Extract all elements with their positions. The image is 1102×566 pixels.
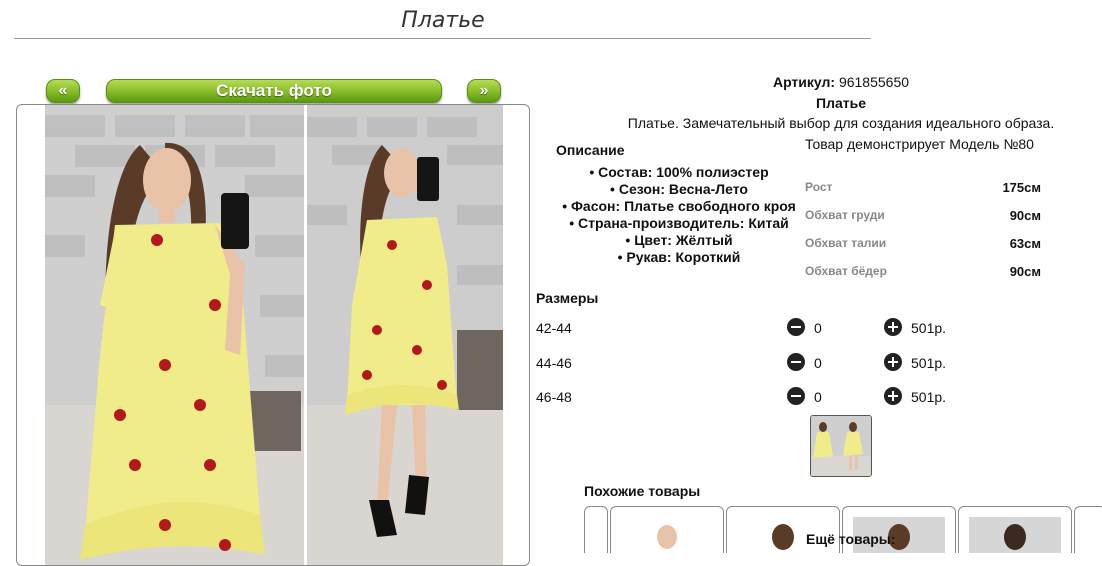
- measurement-label: Обхват бёдер: [805, 264, 887, 278]
- measurement-label: Обхват талии: [805, 236, 887, 250]
- size-label: 42-44: [536, 320, 572, 336]
- description-item: • Фасон: Платье свободного кроя: [562, 198, 796, 214]
- product-photo-secondary[interactable]: [307, 105, 503, 565]
- product-photo-main[interactable]: [45, 105, 304, 565]
- product-photo-frame: [16, 104, 530, 566]
- measurement-row-waist: Обхват талии 63см: [805, 236, 1041, 254]
- size-price: 501р.: [911, 320, 947, 336]
- quantity-value: 0: [814, 320, 822, 336]
- measurement-value: 175см: [1002, 180, 1041, 195]
- download-photo-button[interactable]: Скачать фото: [106, 79, 442, 103]
- description-item: • Сезон: Весна-Лето: [610, 181, 748, 197]
- description-item: • Рукав: Короткий: [617, 249, 741, 265]
- quantity-value: 0: [814, 355, 822, 371]
- similar-products-heading: Похожие товары: [584, 483, 701, 499]
- measurement-value: 90см: [1009, 208, 1041, 223]
- carousel-next-button[interactable]: [1074, 506, 1102, 553]
- article-label: Артикул:: [772, 74, 836, 90]
- carousel-prev-button[interactable]: [584, 506, 608, 553]
- size-row: 46-48 0 501р.: [536, 387, 956, 407]
- plus-icon[interactable]: [884, 353, 902, 371]
- next-photo-button[interactable]: »: [467, 79, 501, 103]
- size-label: 44-46: [536, 355, 572, 371]
- plus-icon[interactable]: [884, 318, 902, 336]
- quantity-value: 0: [814, 389, 822, 405]
- product-description: Платье. Замечательный выбор для создания…: [627, 115, 1055, 131]
- minus-icon[interactable]: [787, 387, 805, 405]
- model-info: Товар демонстрирует Модель №80: [805, 136, 1034, 152]
- size-price: 501р.: [911, 389, 947, 405]
- article-value: 961855650: [838, 74, 910, 90]
- measurement-label: Обхват груди: [805, 208, 885, 222]
- measurement-row-chest: Обхват груди 90см: [805, 208, 1041, 226]
- more-products-heading: Ещё товары:: [806, 531, 896, 547]
- similar-product-card[interactable]: [610, 506, 724, 553]
- description-item: • Состав: 100% полиэстер: [589, 164, 769, 180]
- description-item: • Цвет: Жёлтый: [625, 232, 733, 248]
- size-price: 501р.: [911, 355, 947, 371]
- similar-product-card[interactable]: [958, 506, 1072, 553]
- size-label: 46-48: [536, 389, 572, 405]
- prev-photo-button[interactable]: «: [46, 79, 80, 103]
- size-row: 44-46 0 501р.: [536, 353, 956, 373]
- size-row: 42-44 0 501р.: [536, 318, 956, 338]
- product-name: Платье: [816, 95, 866, 111]
- description-list: • Состав: 100% полиэстер • Сезон: Весна-…: [540, 164, 818, 266]
- minus-icon[interactable]: [787, 353, 805, 371]
- minus-icon[interactable]: [787, 318, 805, 336]
- measurement-value: 63см: [1009, 236, 1041, 251]
- description-heading: Описание: [556, 142, 625, 158]
- article-line: Артикул: 961855650: [540, 74, 1102, 90]
- plus-icon[interactable]: [884, 387, 902, 405]
- title-divider: [14, 38, 871, 39]
- measurement-label: Рост: [805, 180, 833, 194]
- page-title: Платье: [401, 8, 485, 33]
- measurement-value: 90см: [1009, 264, 1041, 279]
- description-item: • Страна-производитель: Китай: [569, 215, 789, 231]
- measurement-row-height: Рост 175см: [805, 180, 1041, 198]
- measurement-row-hips: Обхват бёдер 90см: [805, 264, 1041, 282]
- photo-thumbnail[interactable]: [810, 415, 872, 477]
- sizes-heading: Размеры: [536, 290, 599, 306]
